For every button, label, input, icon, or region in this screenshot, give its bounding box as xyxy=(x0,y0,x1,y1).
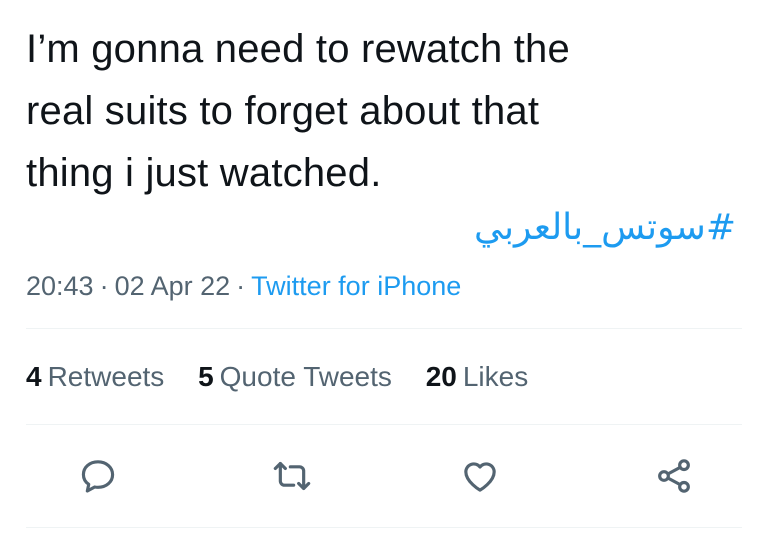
tweet-time[interactable]: 20:43 xyxy=(26,271,94,301)
tweet-source-link[interactable]: Twitter for iPhone xyxy=(251,271,461,301)
meta-separator: · xyxy=(99,271,109,301)
like-button[interactable] xyxy=(454,450,506,502)
quote-tweets-label: Quote Tweets xyxy=(219,361,392,392)
tweet-text-line: thing i just watched. xyxy=(26,151,382,195)
tweet-meta: 20:43 · 02 Apr 22 · Twitter for iPhone xyxy=(26,268,461,304)
meta-separator: · xyxy=(236,271,246,301)
hashtag-link[interactable]: #سوتس_بالعربي xyxy=(474,202,736,254)
tweet-text-line: real suits to forget about that xyxy=(26,89,540,133)
likes-count: 20 xyxy=(425,361,457,392)
retweets-count: 4 xyxy=(26,361,42,392)
retweet-icon xyxy=(273,461,311,491)
quote-tweets-stat[interactable]: 5 Quote Tweets xyxy=(198,358,392,396)
retweet-button[interactable] xyxy=(266,450,318,502)
heart-icon xyxy=(464,462,496,492)
quote-tweets-count: 5 xyxy=(198,361,214,392)
share-icon xyxy=(658,459,690,493)
reply-button[interactable] xyxy=(72,450,124,502)
divider xyxy=(26,527,742,528)
tweet-stats: 4 Retweets 5 Quote Tweets 20 Likes xyxy=(26,358,554,396)
tweet-actions xyxy=(0,450,768,502)
tweet-detail: I’m gonna need to rewatch the real suits… xyxy=(0,0,768,534)
divider xyxy=(26,424,742,425)
tweet-date[interactable]: 02 Apr 22 xyxy=(115,271,231,301)
tweet-text: I’m gonna need to rewatch the real suits… xyxy=(26,18,746,204)
divider xyxy=(26,328,742,329)
share-button[interactable] xyxy=(648,450,700,502)
retweets-stat[interactable]: 4 Retweets xyxy=(26,358,164,396)
likes-label: Likes xyxy=(462,361,529,392)
likes-stat[interactable]: 20 Likes xyxy=(426,358,529,396)
tweet-text-line: I’m gonna need to rewatch the xyxy=(26,27,570,71)
reply-icon xyxy=(81,460,115,493)
retweets-label: Retweets xyxy=(47,361,165,392)
